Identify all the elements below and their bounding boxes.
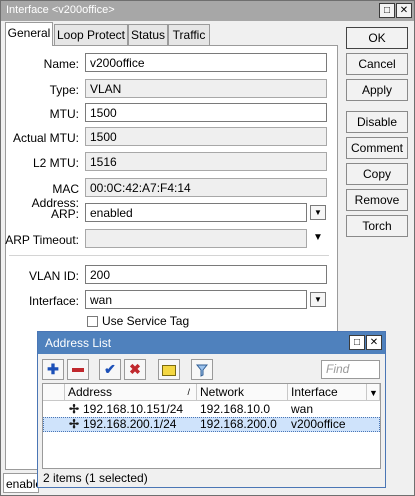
table-row-selected[interactable]: ✢ 192.168.200.1/24 192.168.200.0 v200off… <box>43 417 380 432</box>
dropdown-arrow-icon: ▼ <box>314 295 322 304</box>
tab-general[interactable]: General <box>5 22 53 46</box>
sort-indicator: / <box>187 387 190 397</box>
add-button[interactable]: ✚ <box>42 359 64 380</box>
address-list-status: 2 items (1 selected) <box>43 471 148 485</box>
interface-select[interactable]: wan <box>85 290 307 309</box>
comment-icon <box>162 364 176 376</box>
column-menu-button[interactable]: ▼ <box>367 384 380 401</box>
mac-address-field: 00:0C:42:A7:F4:14 <box>85 178 327 197</box>
address-icon: ✢ <box>69 402 80 416</box>
filter-button[interactable] <box>191 359 213 380</box>
actual-mtu-field: 1500 <box>85 127 327 146</box>
remove-button[interactable]: Remove <box>346 189 408 211</box>
column-header-address[interactable]: Address / <box>65 384 197 401</box>
find-input[interactable]: Find <box>321 360 380 379</box>
disable-address-button[interactable]: ✖ <box>124 359 146 380</box>
l2-mtu-field: 1516 <box>85 152 327 171</box>
close-icon: ✕ <box>369 337 379 348</box>
use-service-tag-label: Use Service Tag <box>102 314 190 328</box>
vlan-id-field[interactable]: 200 <box>85 265 327 284</box>
cell-interface: v200office <box>291 417 346 431</box>
address-list-window: Address List □ ✕ ✚ ✔ ✖ Find Address / Ne… <box>37 331 386 488</box>
disable-icon: ✖ <box>129 361 141 377</box>
status-field: enabled <box>3 473 49 493</box>
arp-timeout-label: ARP Timeout: <box>5 233 79 247</box>
cell-address: 192.168.200.1/24 <box>83 417 177 431</box>
address-list-title: Address List <box>45 336 112 350</box>
close-icon: ✕ <box>399 5 409 16</box>
comment-address-button[interactable] <box>158 359 180 380</box>
maximize-icon: □ <box>383 5 391 16</box>
mtu-field[interactable]: 1500 <box>85 103 327 122</box>
cancel-button[interactable]: Cancel <box>346 53 408 75</box>
arp-timeout-field <box>85 229 307 248</box>
tab-traffic[interactable]: Traffic <box>168 24 210 46</box>
use-service-tag-checkbox[interactable] <box>87 316 98 327</box>
cell-network: 192.168.200.0 <box>200 417 277 431</box>
column-header-interface[interactable]: Interface <box>288 384 367 401</box>
disable-button[interactable]: Disable <box>346 111 408 133</box>
maximize-button[interactable]: □ <box>349 335 365 350</box>
arp-label: ARP: <box>50 207 79 221</box>
remove-icon <box>72 368 84 373</box>
window-title: Interface <v200office> <box>6 4 115 16</box>
arp-timeout-expand-icon[interactable]: ▼ <box>313 232 323 243</box>
enable-button[interactable]: ✔ <box>99 359 121 380</box>
ok-button[interactable]: OK <box>346 27 408 49</box>
apply-button[interactable]: Apply <box>346 79 408 101</box>
l2-mtu-label: L2 MTU: <box>32 156 79 170</box>
maximize-button[interactable]: □ <box>379 3 395 18</box>
copy-button[interactable]: Copy <box>346 163 408 185</box>
dropdown-arrow-icon: ▼ <box>314 208 322 217</box>
arp-dropdown-button[interactable]: ▼ <box>310 205 326 220</box>
cell-network: 192.168.10.0 <box>200 402 271 416</box>
type-field: VLAN <box>85 79 327 98</box>
torch-button[interactable]: Torch <box>346 215 408 237</box>
enable-icon: ✔ <box>104 361 116 377</box>
interface-dropdown-button[interactable]: ▼ <box>310 292 326 307</box>
table-row[interactable]: ✢ 192.168.10.151/24 192.168.10.0 wan <box>43 402 380 417</box>
maximize-icon: □ <box>353 337 361 348</box>
column-header-network[interactable]: Network <box>197 384 288 401</box>
type-label: Type: <box>49 83 79 97</box>
address-icon: ✢ <box>69 417 80 431</box>
filter-icon <box>195 364 209 377</box>
tab-loop-protect[interactable]: Loop Protect <box>54 24 128 46</box>
tab-status[interactable]: Status <box>128 24 168 46</box>
address-list-title-bar[interactable]: Address List □ ✕ <box>38 332 385 354</box>
actual-mtu-label: Actual MTU: <box>12 131 79 145</box>
remove-address-button[interactable] <box>67 359 89 380</box>
add-icon: ✚ <box>47 361 59 377</box>
column-label: Address <box>68 385 113 399</box>
name-label: Name: <box>43 57 79 71</box>
cell-address: 192.168.10.151/24 <box>83 402 184 416</box>
interface-label: Interface: <box>28 294 79 308</box>
address-table: Address / Network Interface ▼ ✢ 192.168.… <box>42 383 381 469</box>
arp-select[interactable]: enabled <box>85 203 307 222</box>
comment-button[interactable]: Comment <box>346 137 408 159</box>
title-bar[interactable]: Interface <v200office> □ ✕ <box>1 1 414 21</box>
vlan-id-label: VLAN ID: <box>28 269 79 283</box>
mac-address-label: MAC Address: <box>31 182 79 210</box>
divider <box>9 255 329 256</box>
cell-interface: wan <box>291 402 314 416</box>
close-button[interactable]: ✕ <box>366 335 382 350</box>
mtu-label: MTU: <box>49 107 79 121</box>
close-button[interactable]: ✕ <box>396 3 412 18</box>
table-header-blank <box>43 384 65 401</box>
name-field[interactable]: v200office <box>85 53 327 72</box>
